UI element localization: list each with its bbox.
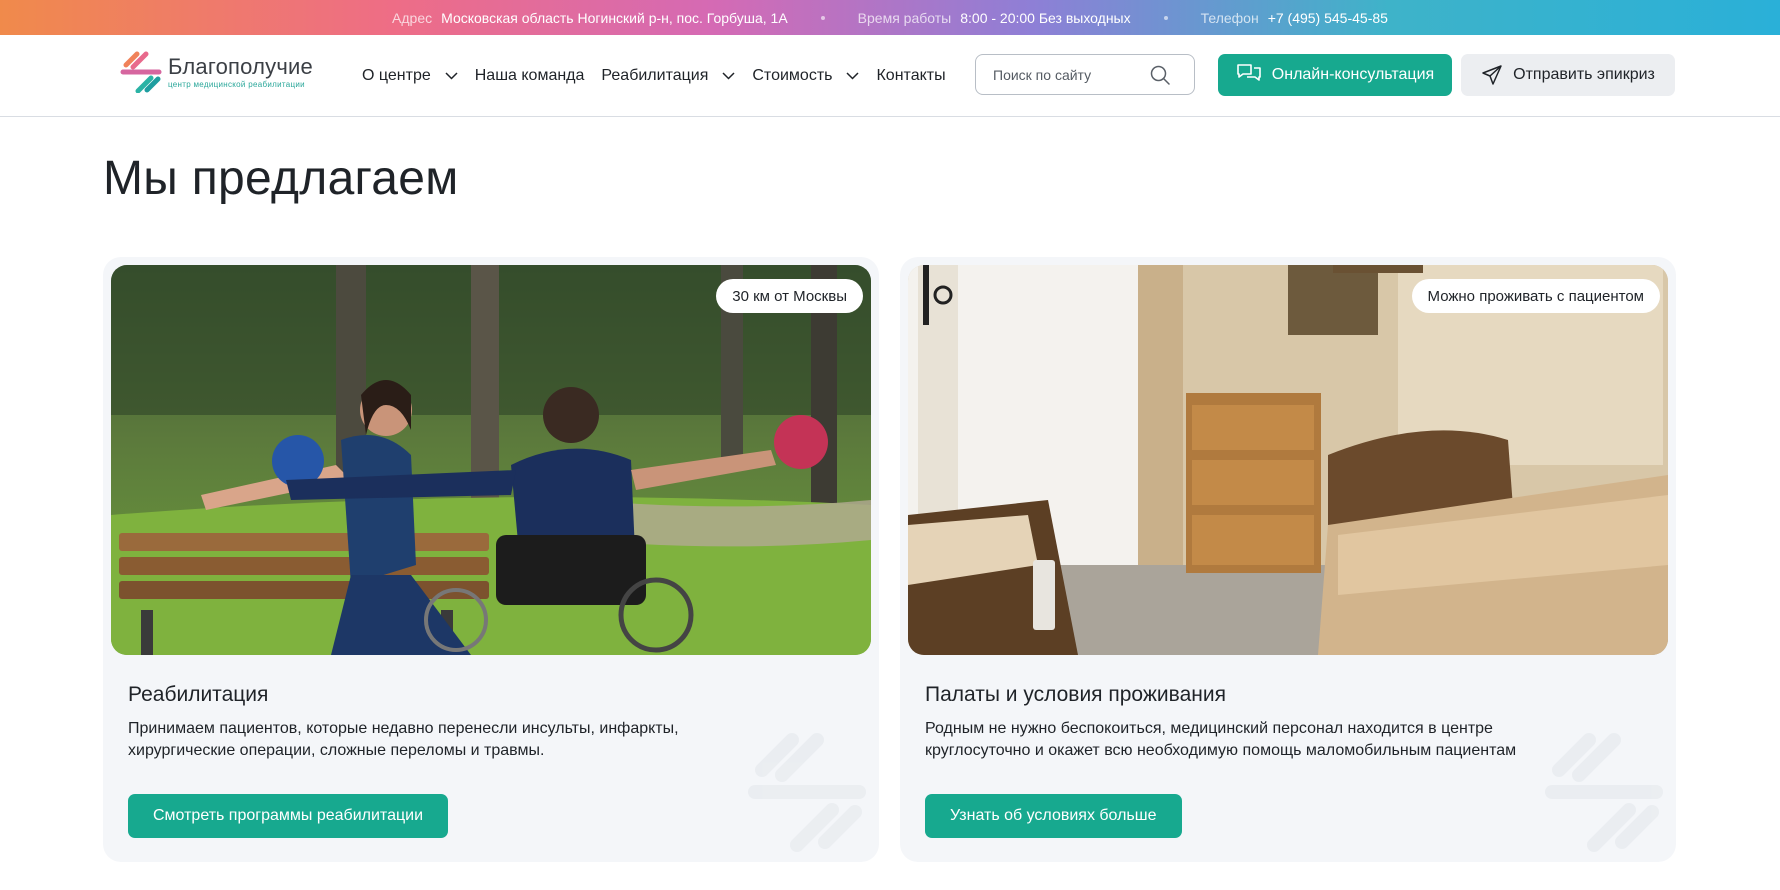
chat-icon (1236, 64, 1261, 81)
chevron-down-icon (846, 72, 860, 80)
accommodation-photo: Можно проживать с пациентом (908, 265, 1668, 655)
send-epicrisis-button[interactable]: Отправить эпикриз (1461, 54, 1675, 96)
online-consultation-button[interactable]: Онлайн-консультация (1218, 54, 1452, 96)
phone-info: Телефон +7 (495) 545-45-85 (1201, 10, 1388, 26)
nav-item-team[interactable]: Наша команда (475, 67, 585, 85)
address-info: Адрес Московская область Ногинский р-н, … (392, 10, 788, 26)
phone-label: Телефон (1200, 9, 1259, 26)
address-value: Московская область Ногинский р-н, пос. Г… (441, 9, 788, 26)
logo-name: Благополучие (168, 53, 313, 79)
search-icon[interactable] (1150, 65, 1170, 85)
site-header: Благополучие центр медицинской реабилита… (0, 35, 1780, 117)
accommodation-details-button[interactable]: Узнать об условиях больше (925, 794, 1182, 838)
rehab-programs-button[interactable]: Смотреть программы реабилитации (128, 794, 448, 838)
distance-badge: 30 км от Москвы (716, 279, 863, 313)
nav-item-pricing[interactable]: Стоимость (752, 67, 860, 85)
offer-card-rehabilitation: 30 км от Москвы Реабилитация Принимаем п… (103, 257, 879, 862)
hours-value: 8:00 - 20:00 Без выходных (960, 9, 1131, 26)
separator-dot (1163, 15, 1168, 20)
hours-label: Время работы (857, 9, 952, 26)
paper-plane-icon (1482, 65, 1502, 85)
nav-label: Наша команда (474, 67, 585, 84)
card-title: Реабилитация (128, 683, 269, 706)
nav-label: Стоимость (752, 67, 833, 84)
nav-label: Контакты (876, 67, 946, 84)
chevron-down-icon (722, 72, 735, 80)
top-info-bar: Адрес Московская область Ногинский р-н, … (0, 0, 1780, 35)
park-exercise-image (111, 265, 871, 655)
stay-with-patient-badge: Можно проживать с пациентом (1411, 279, 1660, 313)
logo-subtitle: центр медицинской реабилитации (168, 79, 305, 89)
search-input[interactable] (993, 66, 1143, 83)
phone-link[interactable]: +7 (495) 545-45-85 (1268, 10, 1388, 26)
main-nav: О центре Наша команда Реабилитация Стоим… (362, 35, 963, 117)
card-description: Родным не нужно беспокоиться, медицински… (925, 720, 1517, 759)
search-box (975, 54, 1195, 95)
nav-item-contacts[interactable]: Контакты (876, 67, 945, 85)
page-title: Мы предлагаем (103, 152, 459, 205)
send-label: Отправить эпикриз (1513, 66, 1655, 83)
card-description: Принимаем пациентов, которые недавно пер… (128, 720, 679, 759)
nav-label: Реабилитация (601, 67, 709, 84)
rehabilitation-photo: 30 км от Москвы (111, 265, 871, 655)
hours-info: Время работы 8:00 - 20:00 Без выходных (858, 10, 1131, 26)
logo-watermark-icon (1545, 733, 1663, 852)
consult-label: Онлайн-консультация (1271, 66, 1435, 83)
separator-dot (820, 15, 825, 20)
logo-mark-icon (120, 51, 162, 93)
nav-item-rehabilitation[interactable]: Реабилитация (601, 67, 735, 85)
offer-card-accommodation: Можно проживать с пациентом Палаты и усл… (900, 257, 1676, 862)
logo[interactable]: Благополучие центр медицинской реабилита… (120, 51, 313, 93)
logo-watermark-icon (748, 733, 866, 852)
address-label: Адрес (392, 9, 433, 26)
chevron-down-icon (445, 72, 458, 80)
hospital-room-image (908, 265, 1668, 655)
nav-label: О центре (362, 67, 431, 84)
nav-item-about[interactable]: О центре (362, 67, 458, 85)
card-title: Палаты и условия проживания (925, 683, 1226, 706)
